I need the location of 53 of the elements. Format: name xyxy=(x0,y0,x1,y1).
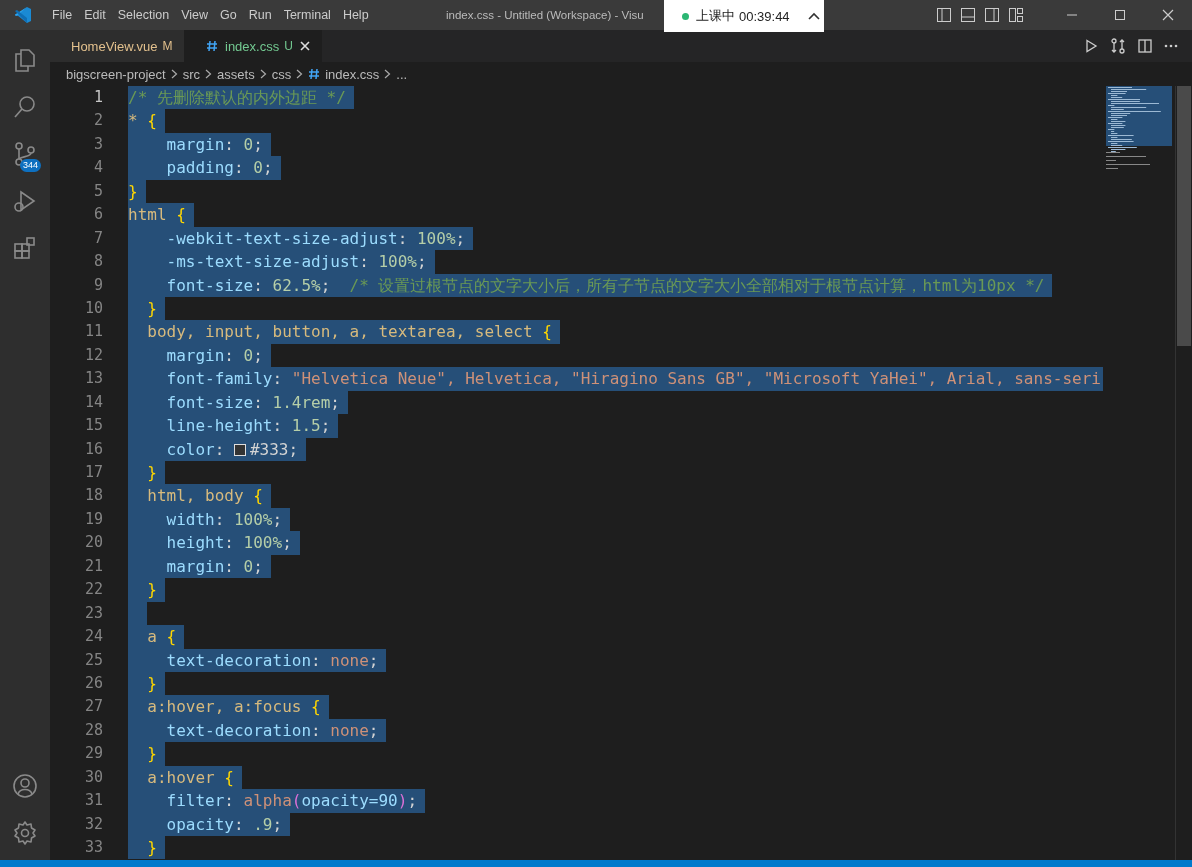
line-number: 8 xyxy=(92,251,103,273)
menu-item[interactable]: File xyxy=(46,8,79,22)
line-number: 1 xyxy=(92,87,103,108)
line-number: 16 xyxy=(83,438,103,460)
line-number: 6 xyxy=(92,204,103,226)
line-number: 30 xyxy=(83,766,103,788)
line-number: 7 xyxy=(92,227,103,249)
line-number: 24 xyxy=(83,626,103,648)
line-number: 5 xyxy=(92,180,103,202)
line-number: 2 xyxy=(92,110,103,132)
line-number: 12 xyxy=(83,344,103,366)
menu-item[interactable]: Terminal xyxy=(277,8,337,22)
window-title: index.css - Untitled (Workspace) - Visu xyxy=(446,9,644,21)
line-number: 32 xyxy=(83,813,103,835)
line-number: 26 xyxy=(83,672,103,694)
menu-item[interactable]: Edit xyxy=(78,8,112,22)
line-number: 9 xyxy=(92,274,103,296)
breadcrumb-item[interactable]: src xyxy=(182,66,201,82)
menu-item[interactable]: Run xyxy=(242,8,278,22)
notification-badge: 344 xyxy=(20,159,42,172)
breadcrumb-item[interactable]: assets xyxy=(217,66,255,82)
line-number: 27 xyxy=(83,696,103,718)
editor-tab[interactable]: HomeView.vue M xyxy=(50,30,184,62)
breadcrumb-item[interactable]: ... xyxy=(396,66,408,82)
line-number: 3 xyxy=(92,133,103,155)
line-number: 4 xyxy=(92,157,103,179)
line-number: 20 xyxy=(83,532,103,554)
line-number: 19 xyxy=(83,508,103,530)
line-number: 33 xyxy=(83,837,103,858)
line-number: 25 xyxy=(83,649,103,671)
line-number: 10 xyxy=(83,297,103,319)
menu-item[interactable]: Go xyxy=(214,8,243,22)
line-number: 15 xyxy=(83,415,103,437)
menu-item[interactable]: View xyxy=(175,8,214,22)
line-number: 17 xyxy=(83,462,103,483)
line-number: 11 xyxy=(83,321,103,343)
recording-time: 00:39:44 xyxy=(739,8,790,24)
line-number: 13 xyxy=(83,368,103,390)
breadcrumb-item[interactable]: index.css xyxy=(325,66,380,82)
line-number: 22 xyxy=(83,579,103,601)
line-number: 14 xyxy=(83,391,103,413)
line-number: 18 xyxy=(83,485,103,507)
breadcrumb-item[interactable]: css xyxy=(271,66,292,82)
line-number: 28 xyxy=(83,719,103,741)
breadcrumb-item[interactable]: bigscreen-project xyxy=(66,66,166,82)
editor-tab[interactable]: index.css U xyxy=(184,30,322,62)
line-number: 23 xyxy=(83,602,103,624)
menu-item[interactable]: Help xyxy=(336,8,375,22)
recording-status: 上课中 xyxy=(696,7,735,25)
line-number: 31 xyxy=(83,790,103,812)
line-number: 29 xyxy=(83,743,103,765)
line-number: 21 xyxy=(83,555,103,577)
menu-item[interactable]: Selection xyxy=(111,8,176,22)
